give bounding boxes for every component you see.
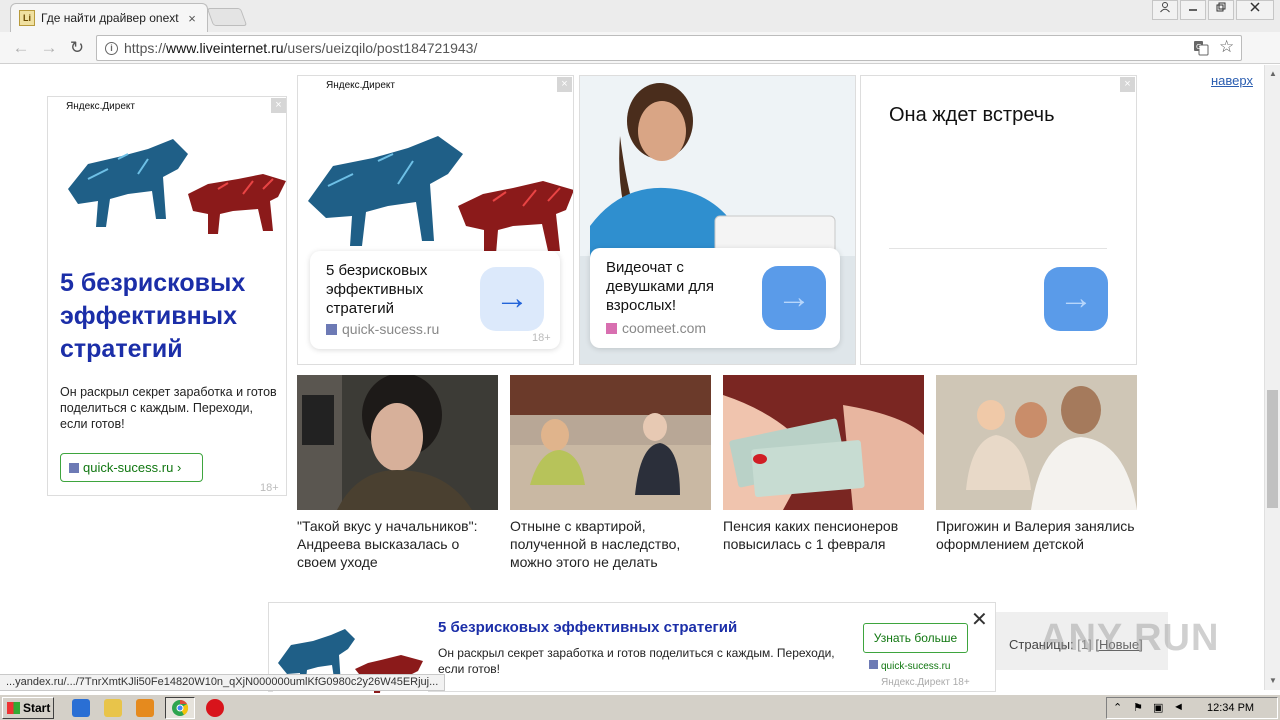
chrome-icon bbox=[172, 699, 189, 716]
url-text: https://www.liveinternet.ru/users/ueizqi… bbox=[124, 40, 478, 56]
arrow-right-icon[interactable]: → bbox=[762, 266, 826, 330]
age-badge: 18+ bbox=[260, 482, 279, 494]
tab-close-icon[interactable]: × bbox=[185, 11, 199, 26]
banner-domain[interactable]: quick-sucess.ru bbox=[869, 660, 950, 672]
ad-left[interactable]: Яндекс.Директ × 5 безрисковых эффективны… bbox=[47, 96, 287, 496]
scroll-up-icon[interactable]: ▲ bbox=[1265, 67, 1280, 81]
address-bar[interactable]: i https://www.liveinternet.ru/users/ueiz… bbox=[96, 35, 1242, 61]
info-icon[interactable]: i bbox=[105, 41, 118, 55]
page-scrollbar[interactable]: ▲ ▼ bbox=[1264, 65, 1280, 690]
scroll-down-icon[interactable]: ▼ bbox=[1265, 674, 1280, 688]
banner-title[interactable]: 5 безрисковых эффективных стратегий bbox=[438, 619, 737, 636]
divider bbox=[889, 248, 1107, 249]
tray-expand-icon[interactable]: ⌃ bbox=[1113, 701, 1122, 714]
arrow-right-icon[interactable]: → bbox=[480, 267, 544, 331]
star-icon[interactable]: ☆ bbox=[1219, 37, 1234, 57]
ad-card-title[interactable]: Она ждет встречь bbox=[889, 104, 1055, 127]
news-item[interactable]: "Такой вкус у начальников": Андреева выс… bbox=[297, 375, 498, 571]
page-content: наверх Яндекс.Директ × 5 безрисковых эфф… bbox=[0, 65, 1264, 670]
arrow-right-icon[interactable]: → bbox=[1044, 267, 1108, 331]
news-caption[interactable]: Пригожин и Валерия занялись оформлением … bbox=[936, 517, 1137, 553]
opera-icon[interactable] bbox=[206, 699, 224, 717]
back-arrow-icon[interactable]: ← bbox=[10, 38, 32, 58]
forward-arrow-icon[interactable]: → bbox=[38, 38, 60, 58]
watermark: ANY RUN bbox=[1040, 617, 1220, 659]
user-icon[interactable] bbox=[1152, 0, 1178, 20]
news-caption[interactable]: "Такой вкус у начальников": Андреева выс… bbox=[297, 517, 498, 571]
ad-close-icon[interactable]: × bbox=[557, 77, 572, 92]
news-image[interactable] bbox=[510, 375, 711, 510]
ie-icon[interactable] bbox=[72, 699, 90, 717]
minimize-icon[interactable] bbox=[1180, 0, 1206, 20]
banner-close-icon[interactable]: ✕ bbox=[971, 607, 988, 632]
media-player-icon[interactable] bbox=[136, 699, 154, 717]
ad-close-icon[interactable]: × bbox=[1120, 77, 1135, 92]
status-url: ...yandex.ru/.../7TnrXmtKJli50Fe14820W10… bbox=[0, 674, 446, 691]
domain-favicon-icon bbox=[69, 463, 79, 473]
news-caption[interactable]: Отныне с квартирой, полученной в наследс… bbox=[510, 517, 711, 571]
start-button[interactable]: Start bbox=[2, 697, 54, 719]
ad-headline[interactable]: 5 безрисковых эффективных стратегий bbox=[60, 267, 280, 366]
bull-bear-image bbox=[298, 106, 573, 256]
news-item[interactable]: Пенсия каких пенсионеров повысилась с 1 … bbox=[723, 375, 924, 553]
network-icon[interactable]: ▣ bbox=[1153, 701, 1163, 714]
ad-domain-button[interactable]: quick-sucess.ru › bbox=[60, 453, 203, 482]
ad-card-title[interactable]: Видеочат с девушками для взрослых! bbox=[606, 258, 746, 315]
news-item[interactable]: Пригожин и Валерия занялись оформлением … bbox=[936, 375, 1137, 553]
windows-taskbar: Start ⌃ ⚑ ▣ ◄ 12:34 PM bbox=[0, 694, 1280, 720]
svg-text:G: G bbox=[1196, 43, 1201, 51]
flag-icon[interactable]: ⚑ bbox=[1133, 701, 1143, 714]
ad-close-icon[interactable]: × bbox=[271, 98, 286, 113]
banner-footer: Яндекс.Директ 18+ bbox=[881, 677, 970, 688]
reload-icon[interactable]: ↻ bbox=[66, 38, 88, 58]
chevron-right-icon: › bbox=[176, 460, 182, 475]
news-item[interactable]: Отныне с квартирой, полученной в наследс… bbox=[510, 375, 711, 571]
restore-icon[interactable] bbox=[1208, 0, 1234, 20]
ad-card-domain: coomeet.com bbox=[606, 320, 706, 336]
clock: 12:34 PM bbox=[1207, 702, 1255, 714]
domain-favicon-icon bbox=[326, 324, 337, 335]
translate-icon[interactable]: G bbox=[1193, 40, 1209, 59]
bull-bear-image bbox=[48, 119, 286, 239]
ad-card-strategies[interactable]: Яндекс.Директ × 5 безрисковых эффективны… bbox=[297, 75, 574, 365]
domain-favicon-icon bbox=[606, 323, 617, 334]
site-favicon-icon: Li bbox=[19, 10, 35, 26]
tab-title: Где найти драйвер onext bbox=[41, 11, 179, 25]
ad-body-text: Он раскрыл секрет заработка и готов поде… bbox=[60, 385, 277, 431]
ad-card-dating[interactable]: × Она ждет встречь → bbox=[860, 75, 1137, 365]
learn-more-button[interactable]: Узнать больше bbox=[863, 623, 968, 653]
news-image[interactable] bbox=[936, 375, 1137, 510]
folder-icon[interactable] bbox=[104, 699, 122, 717]
age-badge: 18+ bbox=[532, 332, 551, 344]
scroll-to-top-link[interactable]: наверх bbox=[1211, 73, 1253, 88]
ad-card-domain: quick-sucess.ru bbox=[326, 321, 439, 337]
ad-card-panel[interactable]: 5 безрисковых эффективных стратегий quic… bbox=[310, 251, 560, 349]
windows-flag-icon bbox=[7, 702, 20, 714]
ad-card-title[interactable]: 5 безрисковых эффективных стратегий bbox=[326, 261, 476, 318]
domain-favicon-icon bbox=[869, 660, 878, 669]
news-image[interactable] bbox=[297, 375, 498, 510]
browser-titlebar: Li Где найти драйвер onext × bbox=[0, 0, 1280, 32]
ad-label: Яндекс.Директ bbox=[66, 101, 135, 112]
ad-card-panel[interactable]: Видеочат с девушками для взрослых! coome… bbox=[590, 248, 840, 348]
banner-body: Он раскрыл секрет заработка и готов поде… bbox=[438, 646, 835, 676]
close-icon[interactable] bbox=[1236, 0, 1274, 20]
browser-toolbar: ← → ↻ i https://www.liveinternet.ru/user… bbox=[0, 32, 1280, 64]
speaker-icon[interactable]: ◄ bbox=[1173, 701, 1184, 713]
taskbar-chrome-button[interactable] bbox=[165, 697, 195, 719]
ad-label: Яндекс.Директ bbox=[326, 80, 395, 91]
tab-active[interactable]: Li Где найти драйвер onext × bbox=[10, 3, 208, 32]
news-image[interactable] bbox=[723, 375, 924, 510]
new-tab-button[interactable] bbox=[206, 8, 248, 26]
scroll-thumb[interactable] bbox=[1267, 390, 1278, 508]
news-caption[interactable]: Пенсия каких пенсионеров повысилась с 1 … bbox=[723, 517, 924, 553]
ad-card-videochat[interactable]: × Видеочат с девушками для взрослых! coo… bbox=[579, 75, 856, 365]
